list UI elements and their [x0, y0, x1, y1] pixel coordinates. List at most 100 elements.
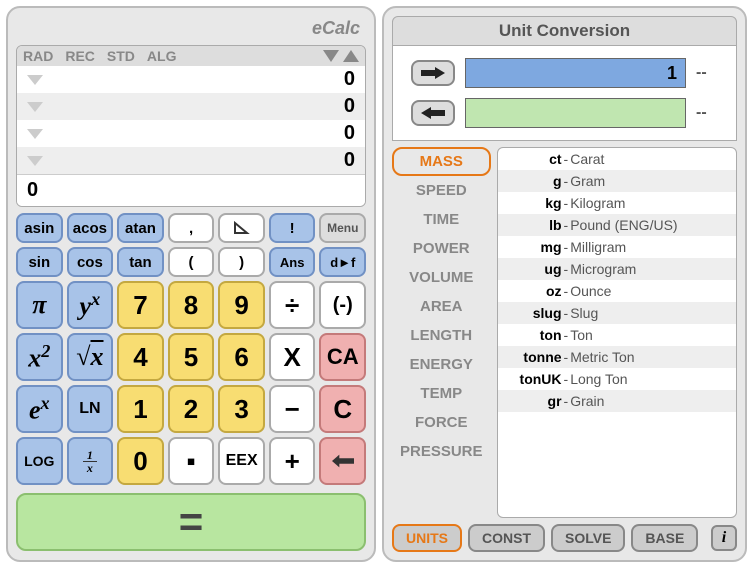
key-5[interactable]: 5 — [168, 333, 215, 381]
unit-item[interactable]: tonUK-Long Ton — [498, 368, 736, 390]
comma-button[interactable]: , — [168, 213, 215, 243]
category-mass[interactable]: MASS — [392, 147, 491, 176]
exp-button[interactable]: ex — [16, 385, 63, 433]
category-volume[interactable]: VOLUME — [392, 263, 491, 292]
cos-button[interactable]: cos — [67, 247, 114, 277]
clear-button[interactable]: C — [319, 385, 366, 433]
lparen-button[interactable]: ( — [168, 247, 215, 277]
info-button[interactable]: i — [711, 525, 737, 551]
tab-solve[interactable]: SOLVE — [551, 524, 625, 552]
pi-button[interactable]: π — [16, 281, 63, 329]
unit-abbr: gr — [506, 393, 562, 409]
conversion-title: Unit Conversion — [392, 16, 737, 46]
category-area[interactable]: AREA — [392, 292, 491, 321]
unit-item[interactable]: ug-Microgram — [498, 258, 736, 280]
unit-item[interactable]: slug-Slug — [498, 302, 736, 324]
equals-button[interactable]: = — [16, 493, 366, 551]
mode-std[interactable]: STD — [107, 48, 135, 64]
acos-button[interactable]: acos — [67, 213, 114, 243]
chevron-down-icon — [27, 156, 43, 166]
ans-button[interactable]: Ans — [269, 247, 316, 277]
unit-abbr: oz — [506, 283, 562, 299]
key-8[interactable]: 8 — [168, 281, 215, 329]
asin-button[interactable]: asin — [16, 213, 63, 243]
multiply-button[interactable]: X — [269, 333, 316, 381]
unit-item[interactable]: gr-Grain — [498, 390, 736, 412]
unit-item[interactable]: ton-Ton — [498, 324, 736, 346]
negate-button[interactable]: (-) — [319, 281, 366, 329]
mode-alg[interactable]: ALG — [147, 48, 177, 64]
key-6[interactable]: 6 — [218, 333, 265, 381]
category-pressure[interactable]: PRESSURE — [392, 437, 491, 466]
category-energy[interactable]: ENERGY — [392, 350, 491, 379]
atan-button[interactable]: atan — [117, 213, 164, 243]
eex-button[interactable]: EEX — [218, 437, 265, 485]
key-1[interactable]: 1 — [117, 385, 164, 433]
conversion-output[interactable] — [465, 98, 686, 128]
category-temp[interactable]: TEMP — [392, 379, 491, 408]
category-speed[interactable]: SPEED — [392, 176, 491, 205]
convert-forward-button[interactable] — [411, 60, 455, 86]
unit-name: Ounce — [570, 283, 611, 299]
add-button[interactable]: + — [269, 437, 316, 485]
ln-button[interactable]: LN — [67, 385, 114, 433]
clear-all-button[interactable]: CA — [319, 333, 366, 381]
reciprocal-button[interactable]: 1x — [67, 437, 114, 485]
unit-item[interactable]: mg-Milligram — [498, 236, 736, 258]
category-time[interactable]: TIME — [392, 205, 491, 234]
chevron-down-icon — [27, 129, 43, 139]
unit-name: Grain — [570, 393, 604, 409]
angle-button[interactable] — [218, 213, 265, 243]
unit-name: Ton — [570, 327, 593, 343]
sqrt-button[interactable]: √x — [67, 333, 114, 381]
unit-name: Kilogram — [570, 195, 625, 211]
key-7[interactable]: 7 — [117, 281, 164, 329]
divide-button[interactable]: ÷ — [269, 281, 316, 329]
unit-abbr: ct — [506, 151, 562, 167]
sin-button[interactable]: sin — [16, 247, 63, 277]
dtof-button[interactable]: d►f — [319, 247, 366, 277]
subtract-button[interactable]: − — [269, 385, 316, 433]
log-button[interactable]: LOG — [16, 437, 63, 485]
key-9[interactable]: 9 — [218, 281, 265, 329]
unit-item[interactable]: kg-Kilogram — [498, 192, 736, 214]
history-up-icon[interactable] — [343, 50, 359, 62]
unit-item[interactable]: tonne-Metric Ton — [498, 346, 736, 368]
unit-abbr: g — [506, 173, 562, 189]
tab-const[interactable]: CONST — [468, 524, 545, 552]
display-line-1: 0 — [51, 95, 355, 118]
convert-backward-button[interactable] — [411, 100, 455, 126]
key-2[interactable]: 2 — [168, 385, 215, 433]
unit-item[interactable]: oz-Ounce — [498, 280, 736, 302]
unit-item[interactable]: lb-Pound (ENG/US) — [498, 214, 736, 236]
unit-item[interactable]: g-Gram — [498, 170, 736, 192]
category-length[interactable]: LENGTH — [392, 321, 491, 350]
rparen-button[interactable]: ) — [218, 247, 265, 277]
category-power[interactable]: POWER — [392, 234, 491, 263]
display-line-3: 0 — [51, 149, 355, 172]
decimal-button[interactable]: ▪ — [168, 437, 215, 485]
tan-button[interactable]: tan — [117, 247, 164, 277]
chevron-down-icon — [27, 75, 43, 85]
category-force[interactable]: FORCE — [392, 408, 491, 437]
mode-rec[interactable]: REC — [65, 48, 95, 64]
ypowx-button[interactable]: yx — [67, 281, 114, 329]
factorial-button[interactable]: ! — [269, 213, 316, 243]
key-0[interactable]: 0 — [117, 437, 164, 485]
backspace-button[interactable] — [319, 437, 366, 485]
mode-rad[interactable]: RAD — [23, 48, 53, 64]
menu-button[interactable]: Menu — [319, 213, 366, 243]
history-down-icon[interactable] — [323, 50, 339, 62]
unit-item[interactable]: ct-Carat — [498, 148, 736, 170]
unit-abbr: tonUK — [506, 371, 562, 387]
conversion-input[interactable]: 1 — [465, 58, 686, 88]
tab-base[interactable]: BASE — [631, 524, 698, 552]
xsq-button[interactable]: x2 — [16, 333, 63, 381]
key-3[interactable]: 3 — [218, 385, 265, 433]
tab-units[interactable]: UNITS — [392, 524, 462, 552]
input-line[interactable]: 0 — [17, 174, 365, 206]
unit-name: Long Ton — [570, 371, 627, 387]
unit-abbr: ug — [506, 261, 562, 277]
display-line-2: 0 — [51, 122, 355, 145]
key-4[interactable]: 4 — [117, 333, 164, 381]
